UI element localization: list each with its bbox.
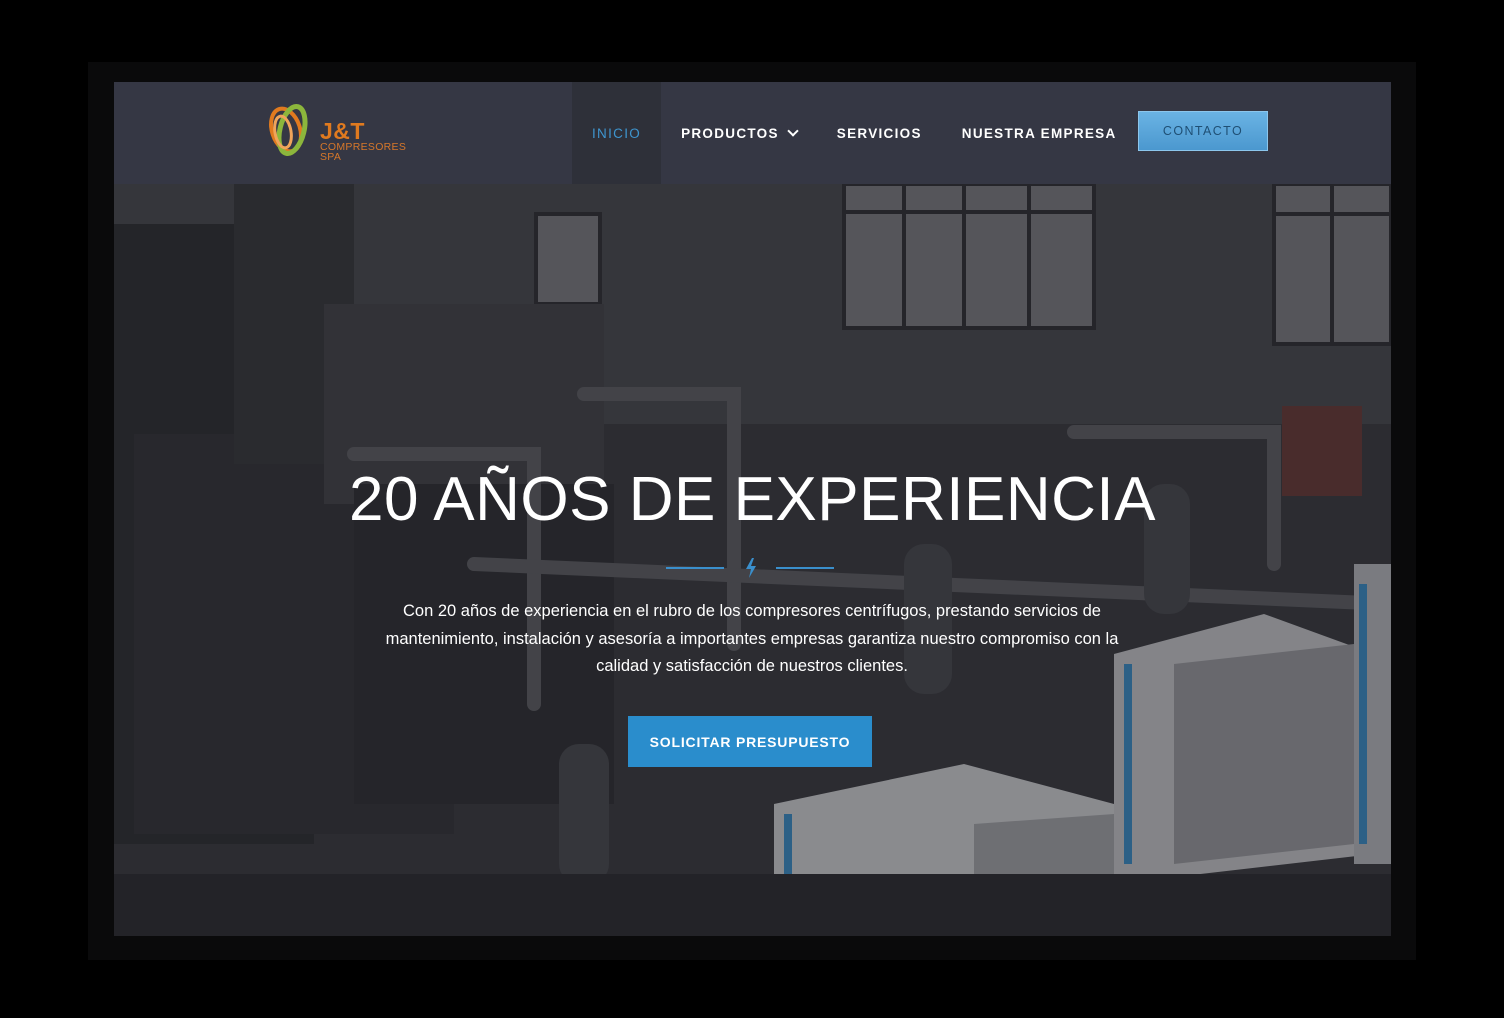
website: J&T COMPRESORES SPA INICIO PRODUCTOS SER… [114, 82, 1391, 936]
divider-line-left [666, 567, 724, 569]
request-quote-button[interactable]: SOLICITAR PRESUPUESTO [628, 716, 872, 767]
hero-title: 20 AÑOS DE EXPERIENCIA [349, 465, 1156, 534]
chevron-down-icon [787, 125, 799, 137]
logo-subtitle: COMPRESORES SPA [320, 142, 420, 163]
site-header: J&T COMPRESORES SPA INICIO PRODUCTOS SER… [114, 82, 1391, 184]
nav-item-label: NUESTRA EMPRESA [961, 125, 1117, 141]
hero-section: 20 AÑOS DE EXPERIENCIA Con 20 años de ex… [114, 184, 1391, 936]
nav-item-servicios[interactable]: SERVICIOS [817, 82, 942, 184]
logo-subtitle-line2: SPA [320, 151, 342, 163]
main-nav: INICIO PRODUCTOS SERVICIOS NUESTRA EMPRE… [572, 82, 1137, 184]
contact-button[interactable]: CONTACTO [1138, 111, 1268, 151]
nav-item-nuestra-empresa[interactable]: NUESTRA EMPRESA [942, 82, 1137, 184]
title-divider [666, 558, 836, 578]
logo[interactable]: J&T COMPRESORES SPA [266, 96, 416, 168]
nav-item-inicio[interactable]: INICIO [572, 82, 662, 184]
nav-item-label: SERVICIOS [836, 125, 922, 141]
hero-description: Con 20 años de experiencia en el rubro d… [385, 602, 1119, 675]
nav-item-label: PRODUCTOS [681, 125, 779, 141]
nav-item-productos[interactable]: PRODUCTOS [661, 82, 817, 184]
divider-line-right [776, 567, 834, 569]
lightning-bolt-icon [746, 558, 756, 578]
nav-item-label: INICIO [592, 125, 642, 141]
logo-rings-icon [269, 104, 308, 156]
